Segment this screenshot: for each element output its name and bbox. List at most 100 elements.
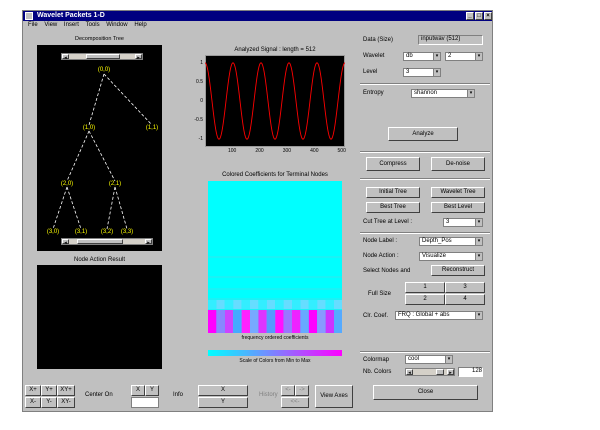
signal-y-tick-label: 1 [200, 59, 203, 66]
chevron-down-icon: ▾ [475, 53, 482, 60]
zoom-xy-plus-button[interactable]: XY+ [57, 385, 75, 396]
menu-tools[interactable]: Tools [86, 22, 100, 28]
wavelet-family-select[interactable]: db ▾ [403, 52, 441, 61]
denoise-button[interactable]: De-noise [431, 157, 485, 171]
chevron-down-icon: ▾ [433, 53, 440, 60]
scroll-left-arrow-icon[interactable]: ◂ [62, 54, 69, 61]
initial-tree-button[interactable]: Initial Tree [366, 187, 420, 198]
scroll-right-arrow-icon[interactable]: ▸ [145, 239, 152, 246]
full-size-1-button[interactable]: 1 [405, 282, 445, 293]
full-size-label: Full Size [368, 291, 392, 297]
clr-coef-select[interactable]: FRQ : Global + abs ▾ [395, 311, 483, 320]
node-action-title: Node Action Result [73, 257, 126, 263]
best-level-button[interactable]: Best Level [431, 202, 485, 213]
menu-insert[interactable]: Insert [64, 22, 79, 28]
zoom-x-minus-button[interactable]: X- [25, 397, 41, 408]
history-forward-button[interactable]: -> [295, 385, 309, 396]
full-size-3-button[interactable]: 3 [445, 282, 485, 293]
scroll-left-arrow-icon[interactable]: ◂ [62, 239, 69, 246]
tree-node-0-0[interactable]: (0,0) [98, 67, 110, 73]
center-x-button[interactable]: X [131, 385, 145, 396]
zoom-x-plus-button[interactable]: X+ [25, 385, 41, 396]
close-window-button[interactable]: × [484, 12, 492, 20]
coef-cell [266, 310, 276, 333]
clr-coef-label: Clr. Coef. [363, 313, 389, 319]
tree-node-3-3[interactable]: (3,3) [121, 229, 133, 235]
history-back-button[interactable]: <- [281, 385, 295, 396]
nb-colors-label: Nb. Colors [363, 369, 392, 375]
wavelet-tree-button[interactable]: Wavelet Tree [431, 187, 485, 198]
node-action-select[interactable]: Visualize ▾ [419, 252, 483, 261]
wavelet-number-select[interactable]: 2 ▾ [445, 52, 483, 61]
signal-y-tick-label: -1 [198, 136, 203, 143]
nb-colors-input[interactable]: 128 [458, 367, 483, 377]
coef-panel[interactable] [208, 181, 342, 333]
slider-thumb[interactable] [436, 369, 444, 375]
tree-bottom-scrollbar[interactable]: ◂ ▸ [61, 238, 153, 246]
coef-cell [283, 300, 292, 309]
tree-node-3-1[interactable]: (3,1) [75, 229, 87, 235]
zoom-xy-minus-button[interactable]: XY- [57, 397, 75, 408]
tree-top-scrollbar[interactable]: ◂ ▸ [61, 53, 143, 61]
coef-cell [208, 300, 217, 309]
chevron-down-icon: ▾ [445, 356, 452, 363]
scroll-right-arrow-icon[interactable]: ▸ [447, 369, 454, 376]
coef-cell [275, 310, 284, 333]
full-size-4-button[interactable]: 4 [445, 294, 485, 305]
separator [360, 178, 490, 180]
zoom-y-minus-button[interactable]: Y- [41, 397, 57, 408]
full-size-2-button[interactable]: 2 [405, 294, 445, 305]
compress-button[interactable]: Compress [366, 157, 420, 171]
signal-line [205, 62, 345, 140]
scale-caption: Scale of Colors from Min to Max [239, 358, 311, 364]
menu-help[interactable]: Help [134, 22, 146, 28]
menu-window[interactable]: Window [106, 22, 127, 28]
chevron-down-icon: ▾ [475, 312, 482, 319]
tree-node-1-1[interactable]: (1,1) [146, 125, 158, 131]
tree-node-2-0[interactable]: (2,0) [61, 181, 73, 187]
info-label: Info [173, 392, 184, 398]
tree-node-1-0[interactable]: (1,0) [83, 125, 95, 131]
tree-node-2-1[interactable]: (2,1) [109, 181, 121, 187]
tree-node-3-0[interactable]: (3,0) [47, 229, 59, 235]
menu-view[interactable]: View [44, 22, 57, 28]
history-reset-button[interactable]: <<- [281, 397, 309, 408]
scroll-thumb[interactable] [86, 54, 120, 59]
separator [360, 83, 490, 85]
zoom-y-plus-button[interactable]: Y+ [41, 385, 57, 396]
coef-cell [317, 300, 326, 309]
reconstruct-button[interactable]: Reconstruct [431, 265, 485, 276]
menu-file[interactable]: File [28, 22, 38, 28]
scroll-left-arrow-icon[interactable]: ◂ [406, 369, 413, 376]
entropy-select[interactable]: shannon ▾ [411, 89, 475, 98]
signal-x-tick-label: 100 [227, 148, 237, 154]
cut-tree-select[interactable]: 3 ▾ [443, 218, 483, 227]
signal-plot-panel[interactable] [205, 55, 345, 147]
center-on-field[interactable] [131, 397, 159, 408]
view-axes-button[interactable]: View Axes [315, 385, 353, 408]
colormap-select[interactable]: cool ▾ [405, 355, 453, 364]
tree-edge [114, 186, 128, 230]
decomposition-tree-panel[interactable]: Decomposition Tree (0,0) (1,0) (1,1) (2,… [37, 36, 162, 251]
minimize-button[interactable]: _ [466, 12, 474, 20]
tree-node-3-2[interactable]: (3,2) [101, 229, 113, 235]
close-button[interactable]: Close [373, 385, 478, 400]
coef-cell [292, 310, 301, 333]
scroll-thumb[interactable] [77, 239, 123, 244]
nb-colors-slider[interactable]: ◂ ▸ [405, 368, 455, 376]
coef-image [208, 256, 342, 333]
maximize-button[interactable]: □ [475, 12, 483, 20]
level-select[interactable]: 3 ▾ [403, 68, 441, 77]
tree-edge [106, 186, 116, 230]
level-label: Level [363, 69, 378, 75]
scroll-right-arrow-icon[interactable]: ▸ [135, 54, 142, 61]
main-window: Wavelet Packets 1-D _ □ × File View Inse… [22, 10, 493, 412]
chevron-down-icon: ▾ [433, 69, 440, 76]
center-y-button[interactable]: Y [145, 385, 159, 396]
node-action-panel[interactable] [37, 265, 162, 369]
best-tree-button[interactable]: Best Tree [366, 202, 420, 213]
node-label-select[interactable]: Depth_Pos ▾ [419, 237, 483, 246]
select-nodes-label: Select Nodes and [363, 268, 411, 274]
separator [360, 151, 490, 153]
analyze-button[interactable]: Analyze [388, 127, 458, 141]
